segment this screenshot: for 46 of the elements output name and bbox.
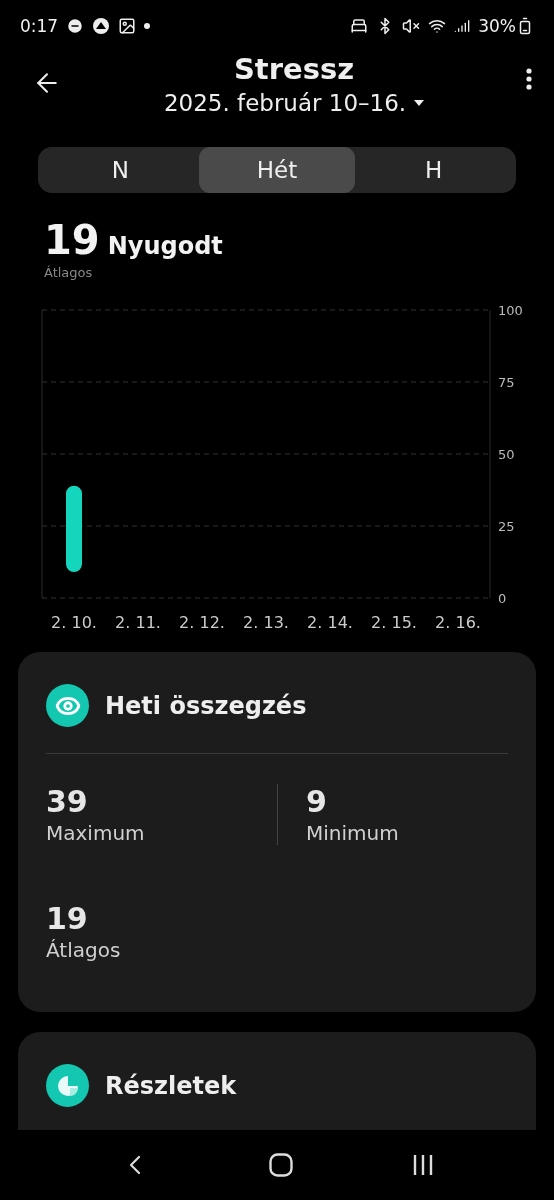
axis-label: 2. 10. [51,613,97,632]
axis-label: 2. 12. [179,613,225,632]
caret-icon [414,100,425,106]
axis-label: 2. 15. [371,613,417,632]
pie-chart-icon [46,1064,89,1107]
signal-icon [454,18,471,34]
wifi-icon [428,17,447,35]
axis-label: 2. 14. [307,613,353,632]
bed-icon [350,17,369,35]
details-card[interactable]: Részletek [18,1032,536,1130]
axis-label: 50 [498,447,515,462]
axis-label: 2. 16. [435,613,481,632]
stat-value: 19 [46,901,89,936]
stat-label: Maximum [46,821,146,845]
more-icon [526,68,532,90]
page-title: Stressz [233,52,355,86]
clock-time: 0:17 [20,16,59,36]
battery-percentage: 30% [478,16,516,36]
period-tab[interactable]: N [42,147,199,193]
score-caption: Átlagos [43,264,94,280]
card-title: Heti összegzés [105,691,307,720]
card-title: Részletek [105,1071,237,1100]
more-options-button[interactable] [526,68,532,90]
stress-score: 19 [44,217,100,263]
app-notification-icon [92,17,111,35]
notification-dot-icon [144,23,151,29]
period-tab[interactable]: H [355,147,512,193]
mute-icon [402,17,421,35]
stress-status: Nyugodt [107,232,223,260]
date-range-dropdown[interactable]: 2025. február 10–16. [163,90,425,116]
axis-label: 100 [498,303,523,318]
image-icon [118,17,137,35]
stat-label: Minimum [306,821,400,845]
stat-value: 9 [306,784,328,819]
axis-label: 25 [498,519,515,534]
stat-value: 39 [46,784,89,819]
axis-label: 2. 13. [243,613,289,632]
axis-label: 75 [498,375,515,390]
period-tab[interactable]: Hét [198,147,356,193]
do-not-disturb-icon [66,17,85,35]
axis-label: 2. 11. [115,613,161,632]
recent-apps-button[interactable] [411,1153,435,1177]
stat-label: Átlagos [46,938,122,962]
home-nav-button[interactable] [269,1153,293,1177]
eye-icon [46,684,89,727]
axis-label: 0 [498,591,507,606]
